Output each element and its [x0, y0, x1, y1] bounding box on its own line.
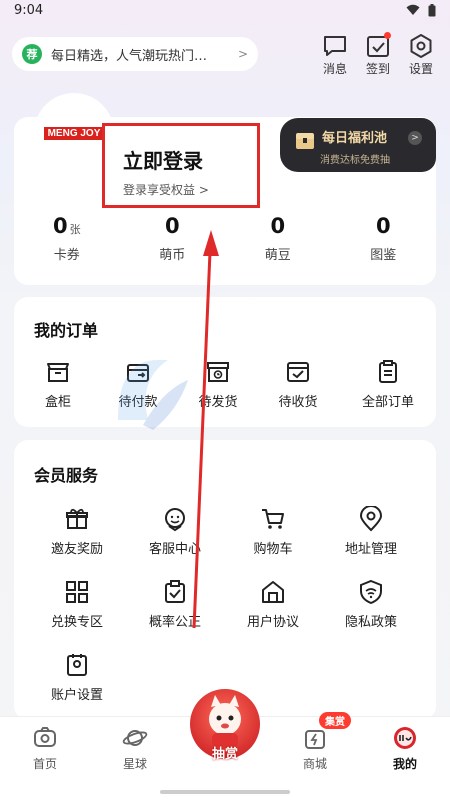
nav-label: 我的 [392, 757, 417, 771]
welfare-subtitle: 消费达标免费抽 [320, 155, 390, 166]
watermark-logo [118, 360, 188, 430]
home-indicator [160, 790, 290, 794]
lottery-label: 抽赏 [211, 747, 238, 762]
exchange-grid-icon [66, 581, 88, 603]
member-grid: 邀友奖励 客服中心 购物车 地址管理 兑换专区 概率公正 用户协议 隐私政策 账… [28, 506, 428, 703]
service-label: 账户设置 [50, 688, 103, 703]
stat-collection[interactable]: 0 图鉴 [331, 214, 437, 263]
checkin-label: 签到 [365, 62, 390, 76]
chevron-right-icon: > [237, 47, 248, 61]
nav-home[interactable]: 首页 [15, 725, 75, 772]
home-camera-icon [34, 727, 56, 747]
recommend-badge: 荐 [22, 44, 42, 64]
stat-label: 萌币 [159, 248, 186, 263]
service-label: 购物车 [253, 542, 293, 557]
account-settings-icon [67, 654, 87, 676]
service-label: 兑换专区 [50, 615, 103, 630]
clipboard-check-icon [165, 580, 185, 603]
planet-icon [122, 730, 148, 746]
service-probability-fairness[interactable]: 概率公正 [126, 579, 224, 630]
daily-welfare-pool-button[interactable]: 每日福利池 消费达标免费抽 > [280, 118, 436, 172]
service-exchange-zone[interactable]: 兑换专区 [28, 579, 126, 630]
member-services-card: 会员服务 邀友奖励 客服中心 购物车 地址管理 兑换专区 概率公正 用户协议 隐… [14, 440, 436, 720]
stat-unit: 张 [69, 223, 81, 236]
service-invite-rewards[interactable]: 邀友奖励 [28, 506, 126, 557]
orders-title: 我的订单 [34, 321, 99, 340]
nav-planet[interactable]: 星球 [105, 725, 165, 772]
login-highlight-box[interactable]: 立即登录 登录享受权益 > [102, 123, 260, 208]
login-title[interactable]: 立即登录 [123, 145, 203, 174]
service-label: 客服中心 [148, 542, 201, 557]
stats-row: 0张 卡券 0 萌币 0 萌豆 0 图鉴 [14, 214, 436, 263]
stat-value: 0 [375, 214, 391, 238]
unread-dot [384, 32, 391, 39]
message-icon [324, 36, 346, 56]
service-label: 隐私政策 [344, 615, 397, 630]
checkin-button[interactable]: 签到 [358, 32, 398, 77]
nav-mine[interactable]: 我的 [375, 725, 435, 772]
settings-button[interactable]: 设置 [401, 33, 441, 77]
mine-icon [394, 727, 416, 749]
stat-value: 0 [164, 214, 180, 238]
login-benefits-link[interactable]: 登录享受权益 > [123, 181, 209, 198]
service-shopping-cart[interactable]: 购物车 [224, 506, 322, 557]
box-cabinet-icon [47, 363, 69, 382]
status-bar: 9:04 [0, 0, 450, 24]
messages-label: 消息 [322, 62, 347, 76]
service-account-settings[interactable]: 账户设置 [28, 652, 126, 703]
stat-label: 图鉴 [370, 248, 397, 263]
shield-wifi-icon [360, 579, 382, 605]
nav-mall[interactable]: 商城 [285, 725, 345, 772]
nav-label: 星球 [122, 757, 147, 771]
nav-lottery-button[interactable]: 抽赏 [188, 689, 262, 773]
stat-value: 0 [52, 214, 68, 238]
chevron-right-icon: > [408, 131, 422, 145]
bottom-nav: 首页 星球 抽赏 商城 集赏 我的 [0, 689, 450, 800]
service-user-agreement[interactable]: 用户协议 [224, 579, 322, 630]
settings-label: 设置 [408, 62, 433, 76]
service-privacy-policy[interactable]: 隐私政策 [322, 579, 420, 630]
status-time: 9:04 [14, 3, 44, 18]
wifi-icon [406, 4, 420, 15]
service-customer-center[interactable]: 客服中心 [126, 506, 224, 557]
service-address-management[interactable]: 地址管理 [322, 506, 420, 557]
stat-meng-beans[interactable]: 0 萌豆 [225, 214, 331, 263]
stat-label: 卡券 [53, 248, 80, 263]
brand-logo: MENG JOY [43, 126, 105, 140]
service-label: 地址管理 [344, 542, 397, 557]
service-label: 用户协议 [246, 615, 299, 630]
nav-label: 商城 [302, 757, 327, 771]
gift-icon [66, 508, 88, 529]
welfare-title: 每日福利池 [322, 131, 388, 146]
messages-button[interactable]: 消息 [315, 33, 355, 77]
stat-value: 0 [270, 214, 286, 238]
gear-icon [410, 34, 432, 58]
battery-icon [428, 4, 436, 17]
cart-icon [262, 509, 284, 529]
location-icon [359, 506, 383, 532]
order-box-cabinet[interactable]: 盒柜 [18, 359, 98, 410]
order-label: 盒柜 [44, 395, 71, 410]
stat-label: 萌豆 [264, 248, 291, 263]
daily-picks-banner[interactable]: 荐 每日精选，人气潮玩热门… > [12, 37, 258, 71]
customer-service-icon [165, 508, 185, 532]
member-title: 会员服务 [34, 466, 99, 485]
nav-label: 首页 [32, 757, 57, 771]
house-icon [262, 581, 284, 603]
service-label: 邀友奖励 [50, 542, 103, 557]
mall-icon [305, 730, 325, 749]
order-list-icon [379, 360, 397, 383]
daily-picks-text: 每日精选，人气潮玩热门… [51, 48, 208, 64]
profile-card: MENG JOY 立即登录 登录享受权益 > 每日福利池 消费达标免费抽 > 0… [14, 93, 436, 285]
stat-meng-coins[interactable]: 0 萌币 [120, 214, 226, 263]
collect-badge: 集赏 [319, 712, 351, 729]
treasure-chest-icon [296, 133, 314, 149]
service-label: 概率公正 [148, 615, 201, 630]
stat-coupons[interactable]: 0张 卡券 [14, 214, 120, 263]
